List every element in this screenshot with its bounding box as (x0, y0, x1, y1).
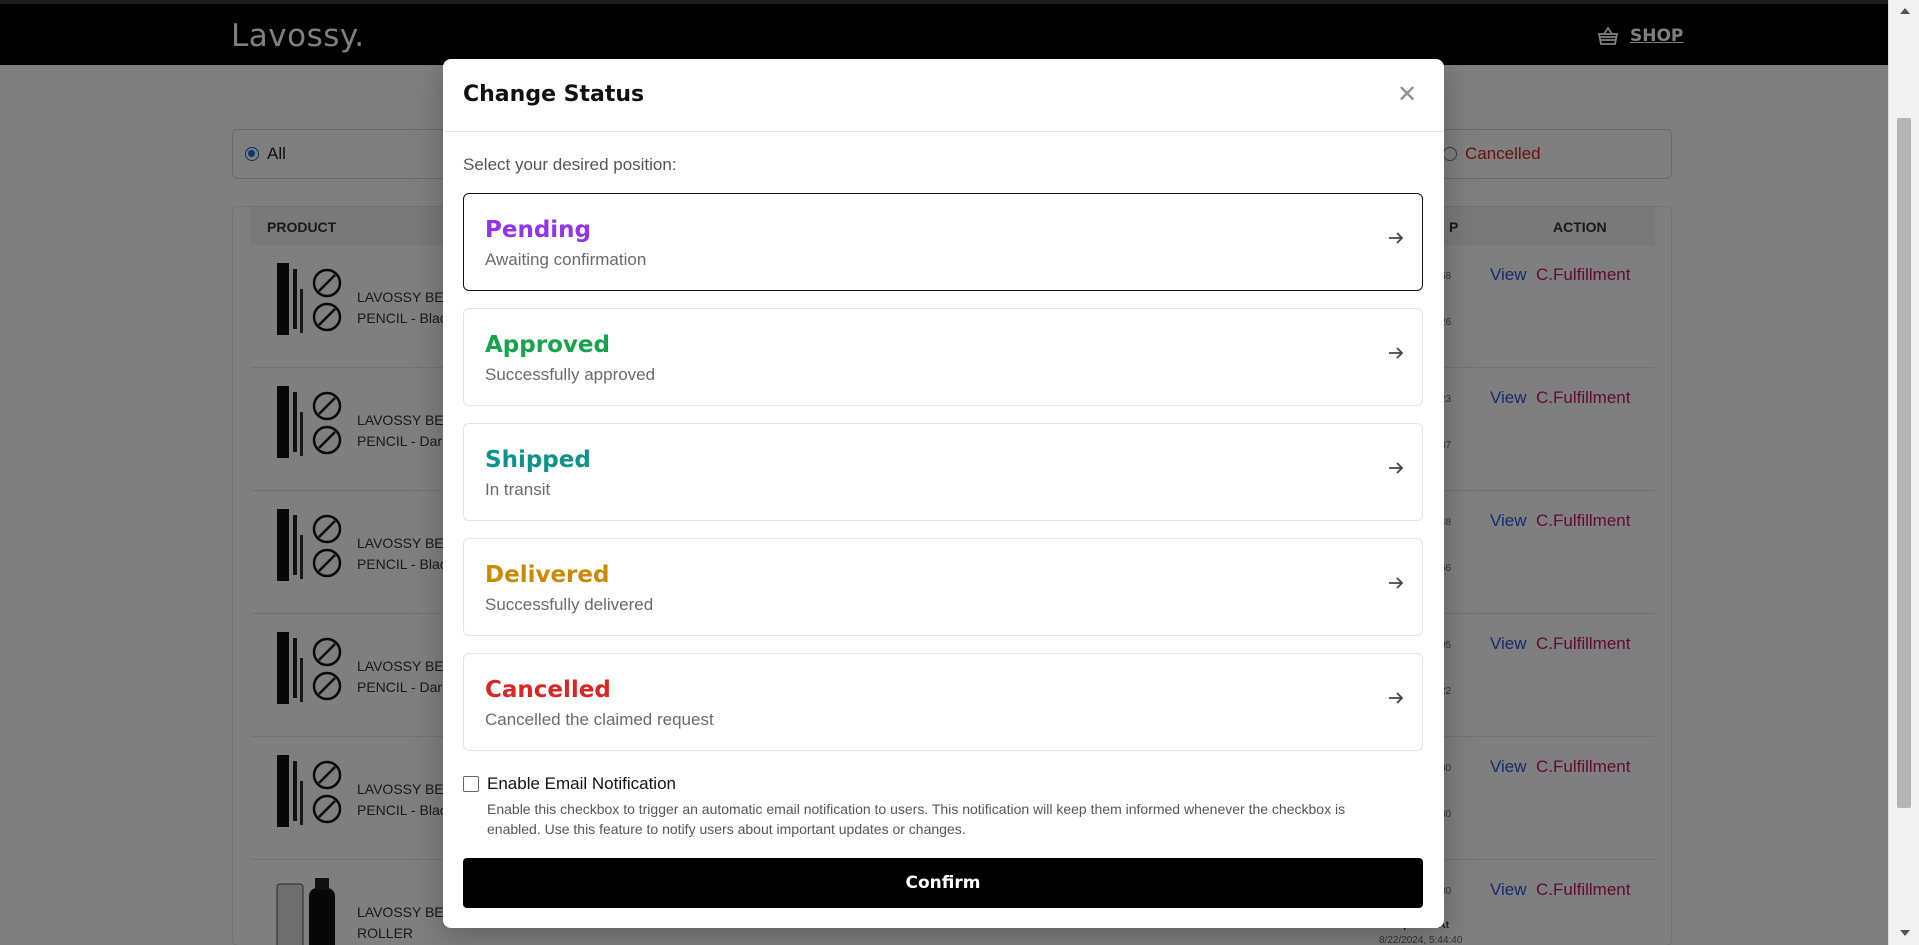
status-description: Awaiting confirmation (485, 250, 647, 269)
arrow-right-icon (1389, 347, 1404, 359)
email-notification-label[interactable]: Enable Email Notification (487, 774, 676, 794)
status-description: In transit (485, 480, 551, 499)
close-icon[interactable]: ✕ (1393, 81, 1421, 109)
status-description: Cancelled the claimed request (485, 710, 714, 729)
email-notification-help: Enable this checkbox to trigger an autom… (487, 801, 1346, 837)
status-option-shipped[interactable]: Shipped In transit (463, 423, 1423, 521)
status-option-cancelled[interactable]: Cancelled Cancelled the claimed request (463, 653, 1423, 751)
page-scrollbar[interactable] (1888, 0, 1919, 945)
arrow-right-icon (1389, 577, 1404, 589)
arrow-right-icon (1389, 462, 1404, 474)
status-option-pending[interactable]: Pending Awaiting confirmation (463, 193, 1423, 291)
scroll-down-icon[interactable] (1900, 930, 1910, 936)
status-title: Approved (485, 332, 610, 358)
scroll-up-icon[interactable] (1900, 8, 1910, 14)
modal-header: Change Status ✕ (443, 59, 1444, 132)
email-notification-checkbox[interactable] (463, 776, 479, 792)
status-title: Pending (485, 217, 592, 243)
status-title: Cancelled (485, 677, 611, 703)
status-title: Delivered (485, 562, 610, 588)
arrow-right-icon (1389, 692, 1404, 704)
status-option-approved[interactable]: Approved Successfully approved (463, 308, 1423, 406)
arrow-right-icon (1389, 232, 1404, 244)
status-title: Shipped (485, 447, 591, 473)
change-status-modal: Change Status ✕ Select your desired posi… (443, 59, 1444, 928)
scrollbar-thumb[interactable] (1897, 118, 1911, 808)
modal-title: Change Status (463, 82, 645, 107)
status-option-delivered[interactable]: Delivered Successfully delivered (463, 538, 1423, 636)
confirm-button[interactable]: Confirm (463, 858, 1423, 908)
status-description: Successfully delivered (485, 595, 654, 614)
status-description: Successfully approved (485, 365, 656, 384)
modal-subtitle: Select your desired position: (463, 155, 677, 174)
